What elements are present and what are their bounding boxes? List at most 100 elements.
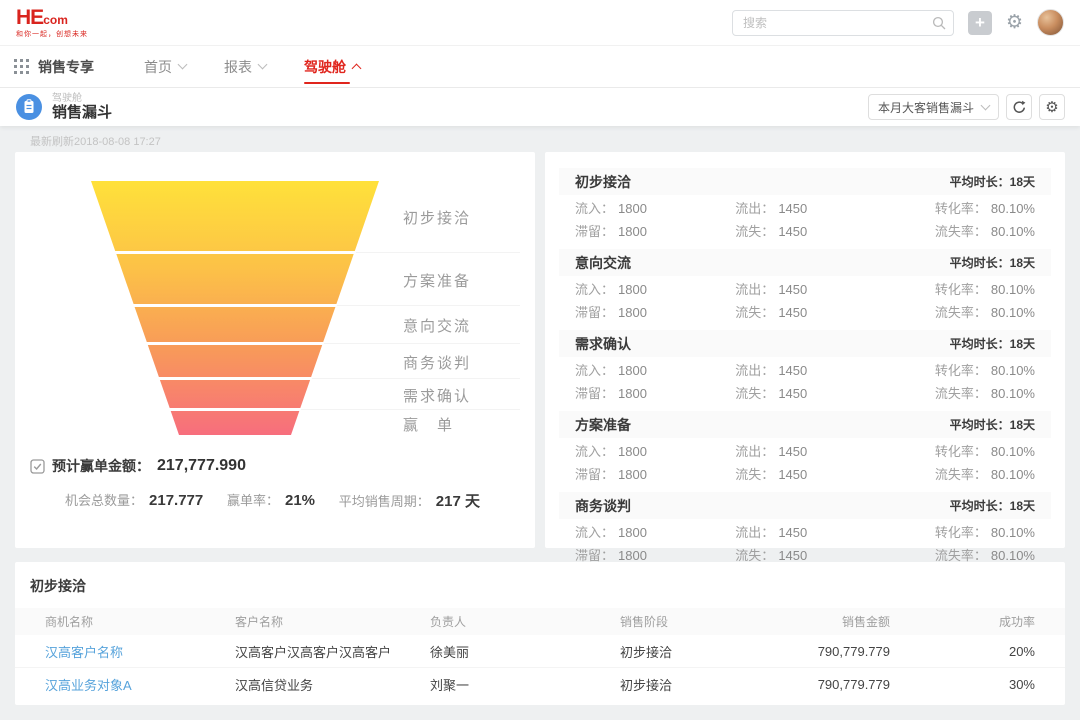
metric-conversion-rate: 转化率：80.10%	[896, 278, 1035, 301]
filter-select-value: 本月大客销售漏斗	[878, 99, 974, 116]
metric-conversion-rate: 转化率：80.10%	[896, 359, 1035, 382]
navbar: 销售专享 首页 报表 驾驶舱	[0, 46, 1080, 88]
stage-duration: 平均时长：18天	[950, 254, 1035, 271]
col-header-customer: 客户名称	[235, 613, 430, 630]
page-title: 销售漏斗	[52, 104, 112, 121]
add-button[interactable]: +	[968, 11, 992, 35]
metric-loss-rate: 流失率：80.10%	[896, 463, 1035, 486]
funnel-stage-label: 需求确认	[403, 385, 471, 406]
metric-stagnant: 滞留：1800	[575, 220, 735, 243]
metric-lost: 流失：1450	[735, 301, 895, 324]
metric-loss-rate: 流失率：80.10%	[896, 220, 1035, 243]
customer-cell: 汉高客户汉高客户汉高客户	[235, 642, 430, 661]
chevron-up-icon	[352, 64, 362, 74]
opportunity-link[interactable]: 汉高业务对象A	[45, 675, 235, 694]
expected-win-amount-label: 预计赢单金额：	[52, 456, 150, 476]
customer-cell: 汉高信贷业务	[235, 675, 430, 694]
search-icon[interactable]	[932, 16, 946, 30]
funnel-chart[interactable]: 初步接洽 方案准备 意向交流 商务谈判 需求确认 赢 单	[15, 152, 535, 448]
logo-text-com: com	[43, 14, 68, 26]
col-header-owner: 负责人	[430, 613, 620, 630]
nav-item-label: 驾驶舱	[304, 57, 346, 77]
table-row: 汉高客户名称 汉高客户汉高客户汉高客户 徐美丽 初步接洽 790,779.779…	[15, 635, 1065, 668]
expected-win-amount-value: 217,777.990	[157, 457, 246, 475]
nav-item-cockpit[interactable]: 驾驶舱	[304, 46, 360, 88]
metric-conversion-rate: 转化率：80.10%	[896, 521, 1035, 544]
refresh-button[interactable]	[1006, 94, 1032, 120]
dashboard-settings-button[interactable]: ⚙	[1039, 94, 1065, 120]
stage-title: 方案准备	[575, 415, 631, 435]
metric-outflow: 流出：1450	[735, 359, 895, 382]
metric-lost: 流失：1450	[735, 220, 895, 243]
table-row: 汉高业务对象A 汉高信贷业务 刘聚一 初步接洽 790,779.779 30%	[15, 668, 1065, 701]
owner-cell: 刘聚一	[430, 675, 620, 694]
metric-inflow: 流入：1800	[575, 359, 735, 382]
stage-cell: 初步接洽	[620, 675, 810, 694]
stage-duration: 平均时长：18天	[950, 335, 1035, 352]
metric-outflow: 流出：1450	[735, 521, 895, 544]
brand-logo[interactable]: HE com 和你一起，创想未来	[16, 7, 88, 38]
metric-stagnant: 滞留：1800	[575, 463, 735, 486]
table-section-title: 初步接洽	[15, 562, 1065, 596]
funnel-stage-label: 赢 单	[403, 414, 454, 435]
metric-stagnant: 滞留：1800	[575, 301, 735, 324]
stage-section-2: 意向交流 平均时长：18天 流入：1800 流出：1450 转化率：80.10%…	[559, 249, 1051, 329]
refresh-icon	[1012, 100, 1027, 115]
metric-inflow: 流入：1800	[575, 197, 735, 220]
settings-icon[interactable]: ⚙	[1006, 13, 1023, 32]
gear-icon: ⚙	[1045, 100, 1058, 115]
rate-cell: 20%	[890, 644, 1035, 659]
metric-inflow: 流入：1800	[575, 521, 735, 544]
stage-cell: 初步接洽	[620, 642, 810, 661]
funnel-filter-select[interactable]: 本月大客销售漏斗	[868, 94, 999, 120]
col-header-opportunity: 商机名称	[45, 613, 235, 630]
global-search	[732, 10, 954, 36]
metric-outflow: 流出：1450	[735, 440, 895, 463]
metric-lost: 流失：1450	[735, 382, 895, 405]
metric-outflow: 流出：1450	[735, 197, 895, 220]
opportunity-link[interactable]: 汉高客户名称	[45, 642, 235, 661]
owner-cell: 徐美丽	[430, 642, 620, 661]
funnel-stage-label: 商务谈判	[403, 352, 471, 373]
metric-lost: 流失：1450	[735, 463, 895, 486]
metric-outflow: 流出：1450	[735, 278, 895, 301]
content-area: 最新刷新2018-08-08 17:27	[0, 126, 1080, 720]
nav-item-reports[interactable]: 报表	[224, 46, 266, 88]
logo-text-he: HE	[16, 7, 43, 28]
plus-icon: +	[975, 14, 985, 31]
stage-title: 商务谈判	[575, 496, 631, 516]
stage-metrics-card: 初步接洽 平均时长：18天 流入：1800 流出：1450 转化率：80.10%…	[545, 152, 1065, 548]
page-header: 驾驶舱 销售漏斗 本月大客销售漏斗 ⚙	[0, 88, 1080, 126]
funnel-stage-label: 意向交流	[403, 315, 471, 336]
stage-duration: 平均时长：18天	[950, 416, 1035, 433]
chevron-down-icon	[178, 60, 188, 70]
table-header-row: 商机名称 客户名称 负责人 销售阶段 销售金额 成功率	[15, 608, 1065, 635]
workspace-switcher[interactable]: 销售专享	[14, 57, 94, 77]
user-avatar[interactable]	[1037, 9, 1064, 36]
stage-section-3: 需求确认 平均时长：18天 流入：1800 流出：1450 转化率：80.10%…	[559, 330, 1051, 410]
checkbox-icon[interactable]	[30, 459, 45, 474]
app-grid-icon	[14, 59, 29, 74]
metric-loss-rate: 流失率：80.10%	[896, 301, 1035, 324]
stat-opportunity-count: 机会总数量： 217.777	[65, 490, 203, 511]
chevron-down-icon	[258, 60, 268, 70]
stage-duration: 平均时长：18天	[950, 497, 1035, 514]
col-header-amount: 销售金额	[810, 613, 890, 630]
breadcrumb: 驾驶舱	[52, 93, 112, 105]
stat-win-rate: 赢单率： 21%	[227, 490, 315, 511]
funnel-card: 初步接洽 方案准备 意向交流 商务谈判 需求确认 赢 单 预计赢单金额： 217…	[15, 152, 535, 548]
stage-section-4: 方案准备 平均时长：18天 流入：1800 流出：1450 转化率：80.10%…	[559, 411, 1051, 491]
metric-conversion-rate: 转化率：80.10%	[896, 440, 1035, 463]
nav-item-label: 报表	[224, 57, 252, 77]
rate-cell: 30%	[890, 677, 1035, 692]
metric-inflow: 流入：1800	[575, 440, 735, 463]
stage-title: 意向交流	[575, 253, 631, 273]
stage-title: 初步接洽	[575, 172, 631, 192]
metric-conversion-rate: 转化率：80.10%	[896, 197, 1035, 220]
search-input[interactable]	[732, 10, 954, 36]
topbar: HE com 和你一起，创想未来 + ⚙	[0, 0, 1080, 46]
stat-avg-sales-cycle: 平均销售周期： 217 天	[339, 490, 480, 511]
nav-item-home[interactable]: 首页	[144, 46, 186, 88]
metric-stagnant: 滞留：1800	[575, 382, 735, 405]
col-header-stage: 销售阶段	[620, 613, 810, 630]
